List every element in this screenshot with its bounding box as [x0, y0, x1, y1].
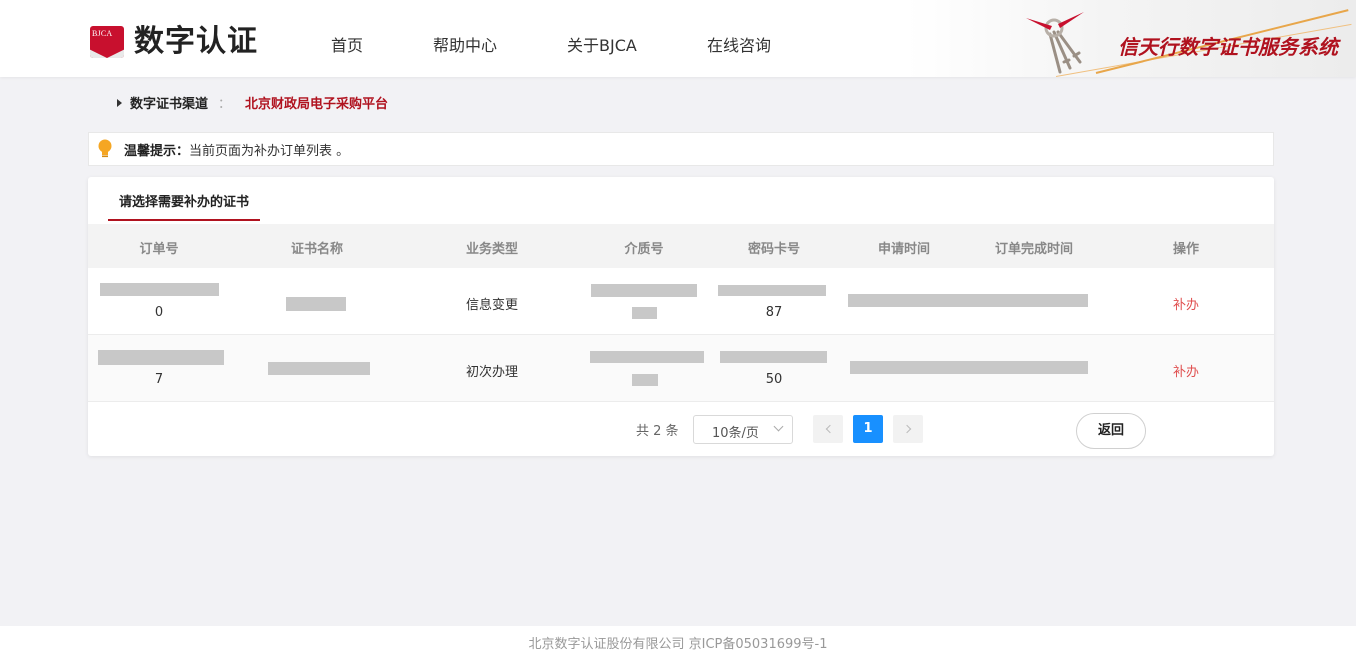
redacted-cert-name	[268, 362, 370, 375]
header-banner: 信天行数字证书服务系统	[906, 0, 1356, 77]
breadcrumb: 数字证书渠道 ： 北京财政局电子采购平台	[117, 93, 388, 112]
redacted-media-no	[632, 374, 658, 386]
order-no-suffix: 7	[154, 372, 164, 387]
page-size-value: 10条/页	[712, 426, 759, 441]
breadcrumb-current[interactable]: 北京财政局电子采购平台	[245, 93, 388, 112]
tab-select-certificate[interactable]: 请选择需要补办的证书	[108, 193, 261, 221]
next-page-button[interactable]	[893, 415, 923, 443]
order-card: 请选择需要补办的证书 订单号 证书名称 业务类型 介质号 密码卡号 申请时间 订…	[88, 177, 1274, 456]
column-header: 密码卡号	[747, 242, 801, 257]
redacted-card-no	[718, 285, 826, 296]
footer-copyright: 北京数字认证股份有限公司 京ICP备05031699号-1	[528, 637, 828, 652]
column-header: 证书名称	[290, 242, 344, 257]
nav-about-bjca[interactable]: 关于BJCA	[567, 32, 637, 56]
nav-help-center[interactable]: 帮助中心	[433, 32, 497, 56]
redacted-media-no	[632, 307, 657, 319]
tip-title: 温馨提示：	[124, 143, 190, 159]
top-header: BJCA 数字认证 首页 帮助中心 关于BJCA 在线咨询 信天行数字证书服务系…	[0, 0, 1356, 77]
tip-text: 当前页面为补办订单列表 。	[189, 143, 350, 159]
page-size-select[interactable]: 10条/页	[693, 415, 793, 444]
redacted-order-no	[98, 350, 224, 365]
order-no-suffix: 0	[154, 305, 164, 320]
caret-right-icon	[117, 98, 122, 107]
business-type: 信息变更	[465, 298, 519, 313]
logo-text: 数字认证	[134, 24, 258, 59]
redacted-card-no	[720, 351, 827, 363]
prev-page-button[interactable]	[813, 415, 843, 443]
redacted-order-no	[100, 283, 219, 296]
redacted-media-no	[590, 351, 704, 363]
table-row: 7 初次办理 50 补办	[88, 335, 1274, 402]
breadcrumb-separator: ：	[218, 97, 232, 112]
chevron-down-icon	[773, 421, 784, 432]
redacted-cert-name	[286, 297, 346, 311]
page-button-current[interactable]: 1	[853, 415, 883, 443]
redacted-media-no	[591, 284, 697, 297]
keys-icon	[1026, 12, 1084, 74]
reissue-link[interactable]: 补办	[1173, 294, 1199, 313]
column-header: 介质号	[624, 242, 664, 257]
column-header: 操作	[1172, 242, 1200, 257]
redacted-times	[850, 361, 1088, 374]
chevron-right-icon	[902, 424, 911, 434]
tip-bar: 温馨提示： 当前页面为补办订单列表 。	[88, 132, 1274, 166]
nav-online-consult[interactable]: 在线咨询	[707, 32, 771, 56]
column-header: 订单号	[139, 242, 179, 257]
pagination-total: 共 2 条	[636, 424, 679, 439]
logo-badge-icon: BJCA	[90, 26, 124, 58]
column-header: 业务类型	[465, 242, 519, 257]
card-no-suffix: 50	[765, 372, 783, 387]
table-row: 0 信息变更 87 补办	[88, 268, 1274, 335]
logo-badge-text: BJCA	[92, 29, 113, 38]
redacted-times	[848, 294, 1088, 307]
reissue-link[interactable]: 补办	[1173, 361, 1199, 380]
card-no-suffix: 87	[765, 305, 783, 320]
business-type: 初次办理	[465, 365, 519, 380]
banner-title: 信天行数字证书服务系统	[1118, 35, 1338, 59]
bjca-logo[interactable]: BJCA 数字认证	[90, 25, 258, 59]
footer: 北京数字认证股份有限公司 京ICP备05031699号-1	[0, 626, 1356, 664]
column-header: 订单完成时间	[994, 242, 1074, 257]
lightbulb-icon	[98, 139, 112, 158]
column-header: 申请时间	[877, 242, 931, 257]
back-button[interactable]: 返回	[1076, 413, 1146, 449]
chevron-left-icon	[825, 424, 834, 434]
breadcrumb-label: 数字证书渠道	[130, 97, 209, 112]
table-header: 订单号 证书名称 业务类型 介质号 密码卡号 申请时间 订单完成时间 操作	[88, 224, 1274, 268]
nav-home[interactable]: 首页	[331, 32, 363, 56]
